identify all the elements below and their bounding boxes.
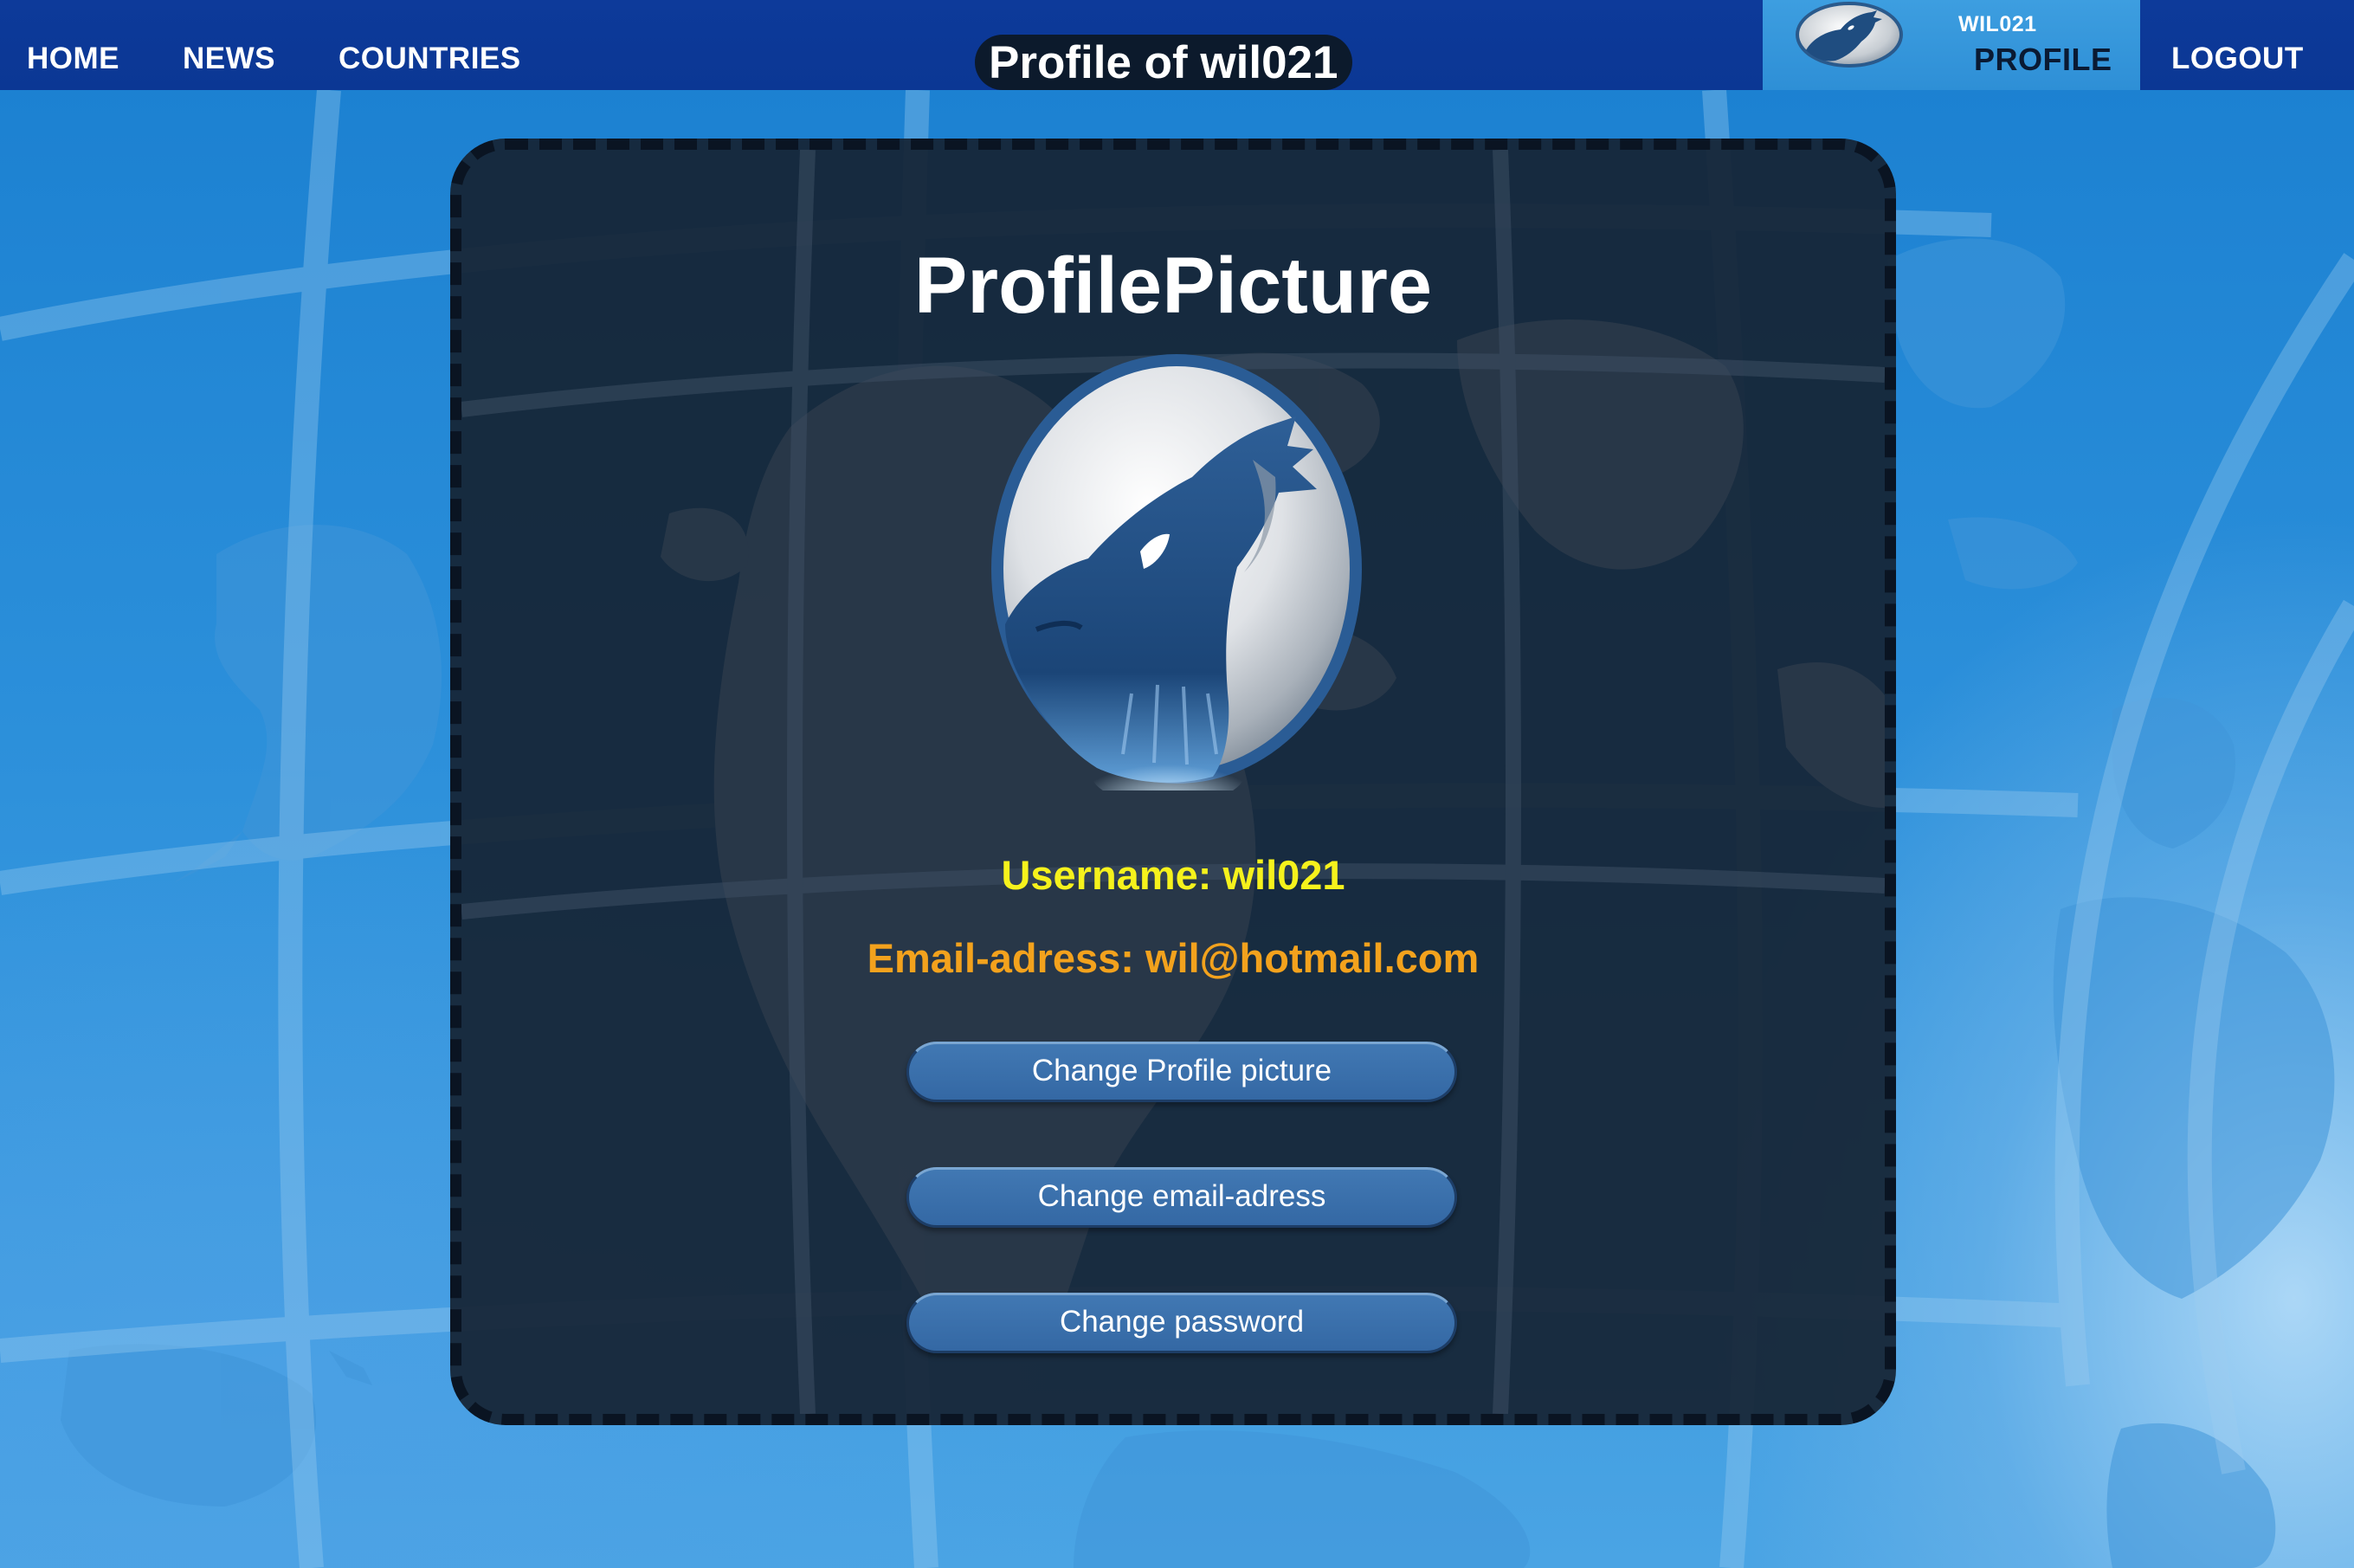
username-text: Username: wil021: [1001, 852, 1345, 898]
nav-profile-label: PROFILE: [1974, 42, 2112, 77]
nav-profile-tab[interactable]: WIL021 PROFILE: [1763, 0, 2140, 90]
wolf-howling-icon[interactable]: [984, 347, 1369, 790]
wolf-howling-icon: [1796, 2, 1903, 68]
nav-logout-link[interactable]: LOGOUT: [2171, 0, 2304, 90]
profile-picture-heading: ProfilePicture: [913, 242, 1433, 330]
nav-home-link[interactable]: HOME: [27, 0, 119, 90]
change-email-address-button[interactable]: Change email-adress: [906, 1167, 1457, 1228]
change-profile-picture-button[interactable]: Change Profile picture: [906, 1042, 1457, 1102]
email-address-text: Email-adress: wil@hotmail.com: [867, 935, 1480, 981]
nav-profile-username: WIL021: [1958, 12, 2037, 36]
change-password-button[interactable]: Change password: [906, 1293, 1457, 1353]
nav-news-link[interactable]: NEWS: [183, 0, 275, 90]
profile-card: ProfilePicture Username: wil021 Email-ad…: [450, 139, 1896, 1425]
nav-countries-link[interactable]: COUNTRIES: [339, 0, 521, 90]
page-title: Profile of wil021: [975, 35, 1352, 90]
top-navbar: HOME NEWS COUNTRIES Profile of wil021 WI…: [0, 0, 2354, 90]
